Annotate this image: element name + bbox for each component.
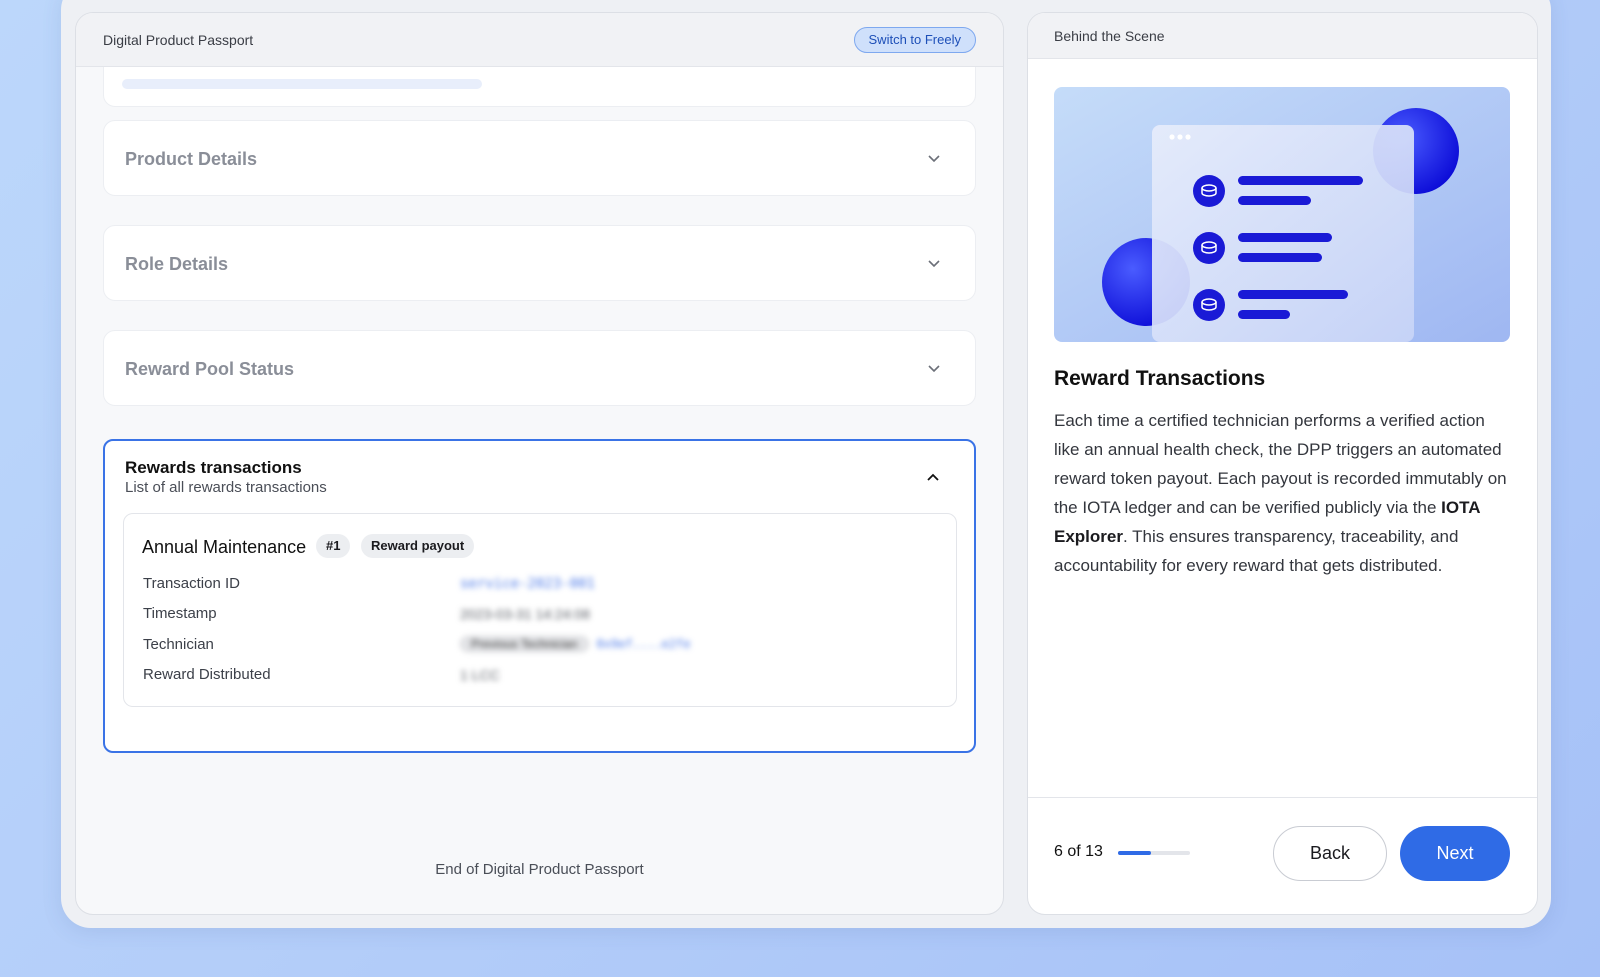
rewards-subtitle: List of all rewards transactions [125, 479, 327, 496]
end-of-passport-text: End of Digital Product Passport [76, 861, 1003, 878]
coin-icon [1193, 175, 1225, 207]
row-label-transaction-id: Transaction ID [143, 575, 240, 592]
next-button[interactable]: Next [1400, 826, 1510, 881]
transaction-id-link[interactable]: service-2023-001 [460, 576, 595, 592]
row-label-technician: Technician [143, 636, 214, 653]
accordion-label: Role Details [125, 254, 228, 275]
passport-panel: Digital Product Passport Switch to Freel… [75, 12, 1004, 915]
back-button[interactable]: Back [1273, 826, 1387, 881]
rewards-title: Rewards transactions [125, 458, 302, 478]
accordion-label: Reward Pool Status [125, 359, 294, 380]
chevron-down-icon [927, 151, 941, 165]
passport-header: Digital Product Passport Switch to Freel… [76, 13, 1003, 67]
transaction-name: Annual Maintenance [142, 537, 306, 558]
behind-the-scene-title: Behind the Scene [1054, 28, 1165, 44]
coin-icon [1193, 289, 1225, 321]
row-label-reward-distributed: Reward Distributed [143, 666, 271, 683]
transaction-type-badge: Reward payout [361, 534, 474, 558]
scene-heading: Reward Transactions [1054, 367, 1265, 391]
accordion-label: Product Details [125, 149, 257, 170]
technician-role-badge: Previous Technician [460, 636, 589, 652]
scene-description: Each time a certified technician perform… [1054, 406, 1514, 580]
technician-value: Previous Technician 0x9ef....e2fe [460, 635, 690, 652]
accordion-rewards-transactions[interactable]: Rewards transactions List of all rewards… [103, 439, 976, 753]
technician-address-link[interactable]: 0x9ef....e2fe [597, 637, 691, 651]
chevron-down-icon [927, 256, 941, 270]
transaction-index-badge: #1 [316, 534, 350, 558]
row-label-timestamp: Timestamp [143, 605, 217, 622]
reward-distributed-value: 1 LCC [460, 667, 500, 683]
previous-section-bar [122, 79, 482, 89]
passport-title: Digital Product Passport [103, 32, 253, 48]
accordion-reward-pool-status[interactable]: Reward Pool Status [103, 330, 976, 406]
chevron-up-icon[interactable] [926, 471, 940, 485]
step-progress-fill [1118, 851, 1151, 855]
accordion-role-details[interactable]: Role Details [103, 225, 976, 301]
chevron-down-icon [927, 361, 941, 375]
scene-description-part: Each time a certified technician perform… [1054, 411, 1507, 517]
accordion-product-details[interactable]: Product Details [103, 120, 976, 196]
step-progress-bar [1118, 851, 1190, 855]
timestamp-value: 2023-03-31 14:24:08 [460, 606, 590, 622]
step-counter: 6 of 13 [1054, 843, 1103, 861]
behind-the-scene-panel: Behind the Scene [1027, 12, 1538, 915]
transaction-card: Annual Maintenance #1 Reward payout Tran… [123, 513, 957, 707]
step-footer: 6 of 13 Back Next [1028, 797, 1537, 915]
coin-icon [1193, 232, 1225, 264]
switch-to-freely-button[interactable]: Switch to Freely [854, 27, 976, 53]
reward-transactions-illustration [1054, 87, 1510, 342]
behind-the-scene-header: Behind the Scene [1028, 13, 1537, 59]
